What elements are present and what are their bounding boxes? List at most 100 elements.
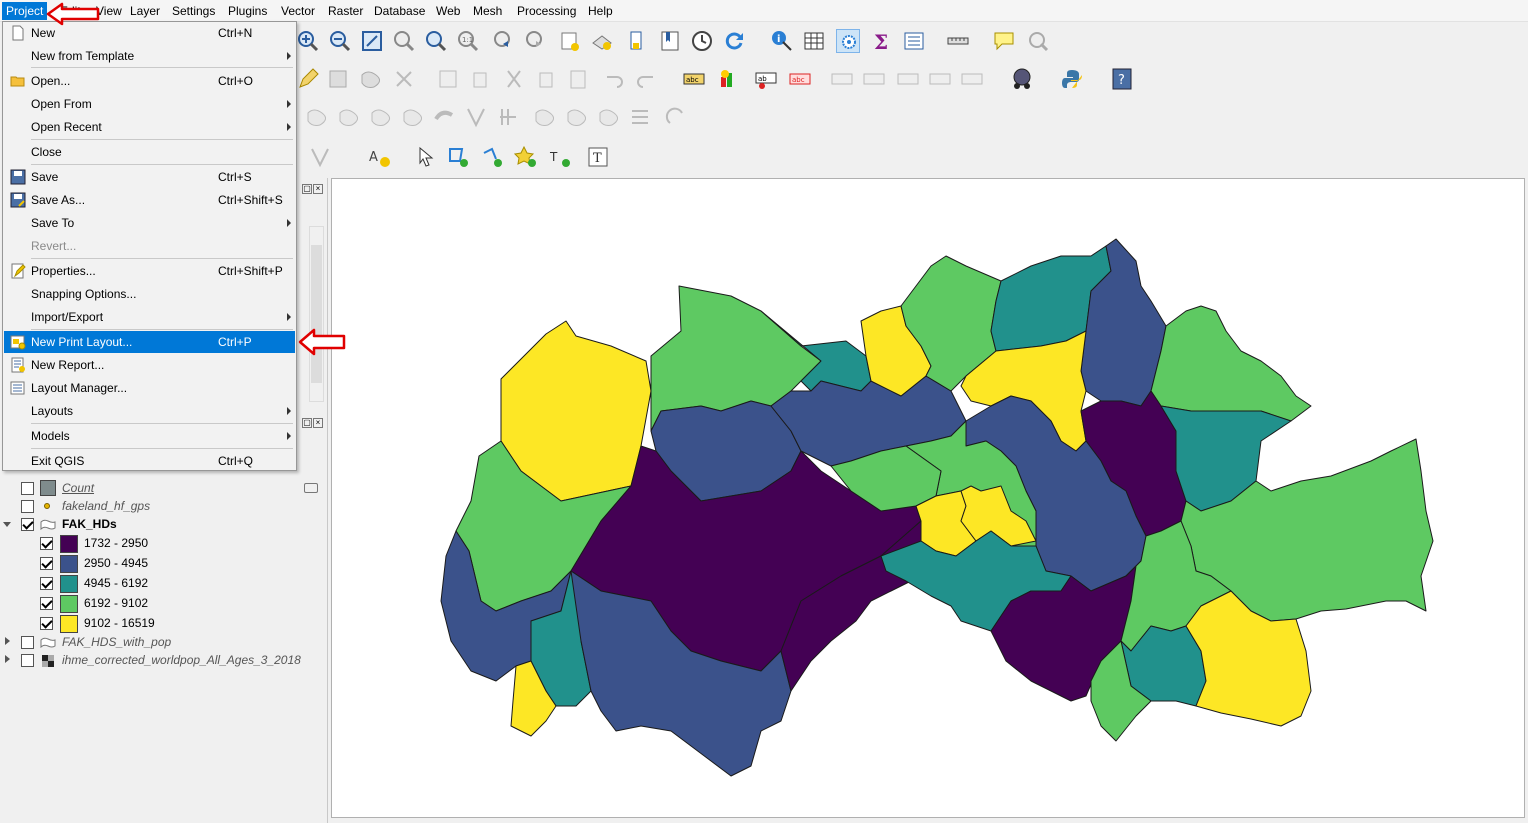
highlight-pinned-labels-icon[interactable]: abc — [788, 67, 812, 91]
menu-item-new-print-layout[interactable]: New Print Layout... Ctrl+P — [4, 331, 295, 353]
redo-icon[interactable] — [634, 67, 658, 91]
label-toolbar-icon[interactable]: abc — [682, 67, 706, 91]
menu-web[interactable]: Web — [432, 2, 464, 20]
zoom-layer-icon[interactable] — [424, 29, 448, 53]
merge-attributes-icon[interactable] — [628, 105, 652, 129]
menu-item-import-export[interactable]: Import/Export — [4, 306, 295, 328]
add-part-icon[interactable] — [400, 105, 424, 129]
menu-layer[interactable]: Layer — [126, 2, 164, 20]
cut-features-icon[interactable] — [502, 67, 526, 91]
move-label-icon[interactable] — [862, 67, 886, 91]
polygon-annotation-icon[interactable] — [446, 145, 470, 169]
save-edits-icon[interactable] — [326, 67, 350, 91]
measure-icon[interactable] — [946, 29, 970, 53]
label-props-icon[interactable] — [960, 67, 984, 91]
menu-item-models[interactable]: Models — [4, 425, 295, 447]
layer-checkbox[interactable] — [21, 654, 34, 667]
layer-checkbox[interactable] — [21, 482, 34, 495]
rotate-feature-icon[interactable] — [304, 105, 328, 129]
diagram-options-icon[interactable] — [716, 67, 740, 91]
close-icon[interactable]: × — [313, 184, 323, 194]
show-hide-labels-icon[interactable] — [830, 67, 854, 91]
select-cursor-icon[interactable] — [414, 145, 438, 169]
layer-checkbox[interactable] — [21, 636, 34, 649]
temporal-icon[interactable] — [626, 29, 650, 53]
menu-item-open-from[interactable]: Open From — [4, 93, 295, 115]
globe-plugin-icon[interactable] — [1010, 67, 1034, 91]
menu-item-close[interactable]: Close — [4, 141, 295, 163]
legend-class-1[interactable]: 1732 - 2950 — [0, 534, 328, 554]
menu-item-save[interactable]: Save Ctrl+S — [4, 166, 295, 188]
new-bookmark-icon[interactable] — [558, 29, 582, 53]
zoom-out-icon[interactable] — [328, 29, 352, 53]
attribute-table-icon[interactable] — [802, 29, 826, 53]
legend-class-3[interactable]: 4945 - 6192 — [0, 574, 328, 594]
annotation-text-icon[interactable]: A — [368, 145, 392, 169]
menu-item-new-from-template[interactable]: New from Template — [4, 45, 295, 67]
menu-item-save-to[interactable]: Save To — [4, 212, 295, 234]
marker-annotation-icon[interactable] — [513, 145, 538, 169]
delete-selected-icon[interactable] — [468, 67, 492, 91]
chevron-down-icon[interactable] — [3, 522, 11, 531]
legend-class-2[interactable]: 2950 - 4945 — [0, 554, 328, 574]
layer-row-fak-hds[interactable]: FAK_HDs — [0, 515, 328, 535]
split-features-icon[interactable] — [532, 105, 556, 129]
identify-icon[interactable]: i — [770, 29, 794, 53]
undo-icon[interactable] — [602, 67, 626, 91]
merge-selected-icon[interactable] — [596, 105, 620, 129]
simplify-feature-icon[interactable] — [336, 105, 360, 129]
select-features-icon[interactable] — [836, 29, 860, 53]
menu-item-layouts[interactable]: Layouts — [4, 400, 295, 422]
statistics-sigma-icon[interactable]: Σ — [870, 29, 894, 54]
offset-curve-icon[interactable] — [496, 105, 520, 129]
layer-checkbox[interactable] — [21, 518, 34, 531]
modify-attributes-icon[interactable] — [436, 67, 460, 91]
menu-vector[interactable]: Vector — [277, 2, 319, 20]
change-label-icon[interactable] — [928, 67, 952, 91]
class-checkbox[interactable] — [40, 597, 53, 610]
float-icon[interactable]: ▢ — [302, 184, 312, 194]
float-icon[interactable]: ▢ — [302, 418, 312, 428]
map-tips-icon[interactable] — [992, 29, 1016, 53]
menu-plugins[interactable]: Plugins — [224, 2, 271, 20]
show-bookmarks-icon[interactable] — [590, 29, 614, 53]
layer-row-count[interactable]: Count — [0, 479, 328, 499]
class-checkbox[interactable] — [40, 577, 53, 590]
decorations-icon[interactable] — [1026, 29, 1050, 53]
menu-item-save-as[interactable]: Save As... Ctrl+Shift+S — [4, 189, 295, 211]
polygon-shape-icon[interactable] — [308, 145, 332, 169]
menu-processing[interactable]: Processing — [513, 2, 580, 20]
add-ring-icon[interactable] — [368, 105, 392, 129]
zoom-selection-icon[interactable] — [392, 29, 416, 53]
rotate-label-icon[interactable] — [896, 67, 920, 91]
class-checkbox[interactable] — [40, 557, 53, 570]
menu-item-open-recent[interactable]: Open Recent — [4, 116, 295, 138]
refresh-icon[interactable] — [722, 29, 746, 53]
zoom-in-icon[interactable] — [296, 29, 320, 53]
field-calculator-icon[interactable] — [902, 29, 926, 53]
text-format-icon[interactable]: T — [586, 145, 610, 169]
line-annotation-icon[interactable] — [480, 145, 504, 169]
menu-item-layout-manager[interactable]: Layout Manager... — [4, 377, 295, 399]
class-checkbox[interactable] — [40, 617, 53, 630]
layer-row-hf-gps[interactable]: fakeland_hf_gps — [0, 497, 328, 517]
chevron-right-icon[interactable] — [5, 655, 10, 663]
layer-row-worldpop[interactable]: ihme_corrected_worldpop_All_Ages_3_2018 — [0, 651, 328, 671]
help-icon[interactable]: ? — [1110, 67, 1134, 91]
layer-checkbox[interactable] — [21, 500, 34, 513]
vertex-tool-icon[interactable] — [392, 67, 416, 91]
fill-ring-icon[interactable] — [432, 105, 456, 129]
reshape-icon[interactable] — [464, 105, 488, 129]
menu-item-properties[interactable]: Properties... Ctrl+Shift+P — [4, 260, 295, 282]
chevron-right-icon[interactable] — [5, 637, 10, 645]
python-console-icon[interactable] — [1060, 67, 1084, 91]
menu-database[interactable]: Database — [370, 2, 429, 20]
menu-raster[interactable]: Raster — [324, 2, 367, 20]
text-annotation-icon[interactable]: T — [548, 145, 572, 169]
pin-labels-icon[interactable]: ab — [754, 67, 778, 91]
paste-features-icon[interactable] — [566, 67, 590, 91]
menu-item-exit-qgis[interactable]: Exit QGIS Ctrl+Q — [4, 450, 295, 472]
clock-icon[interactable] — [690, 29, 714, 53]
menu-settings[interactable]: Settings — [168, 2, 219, 20]
scrollbar-thumb[interactable] — [311, 245, 322, 383]
